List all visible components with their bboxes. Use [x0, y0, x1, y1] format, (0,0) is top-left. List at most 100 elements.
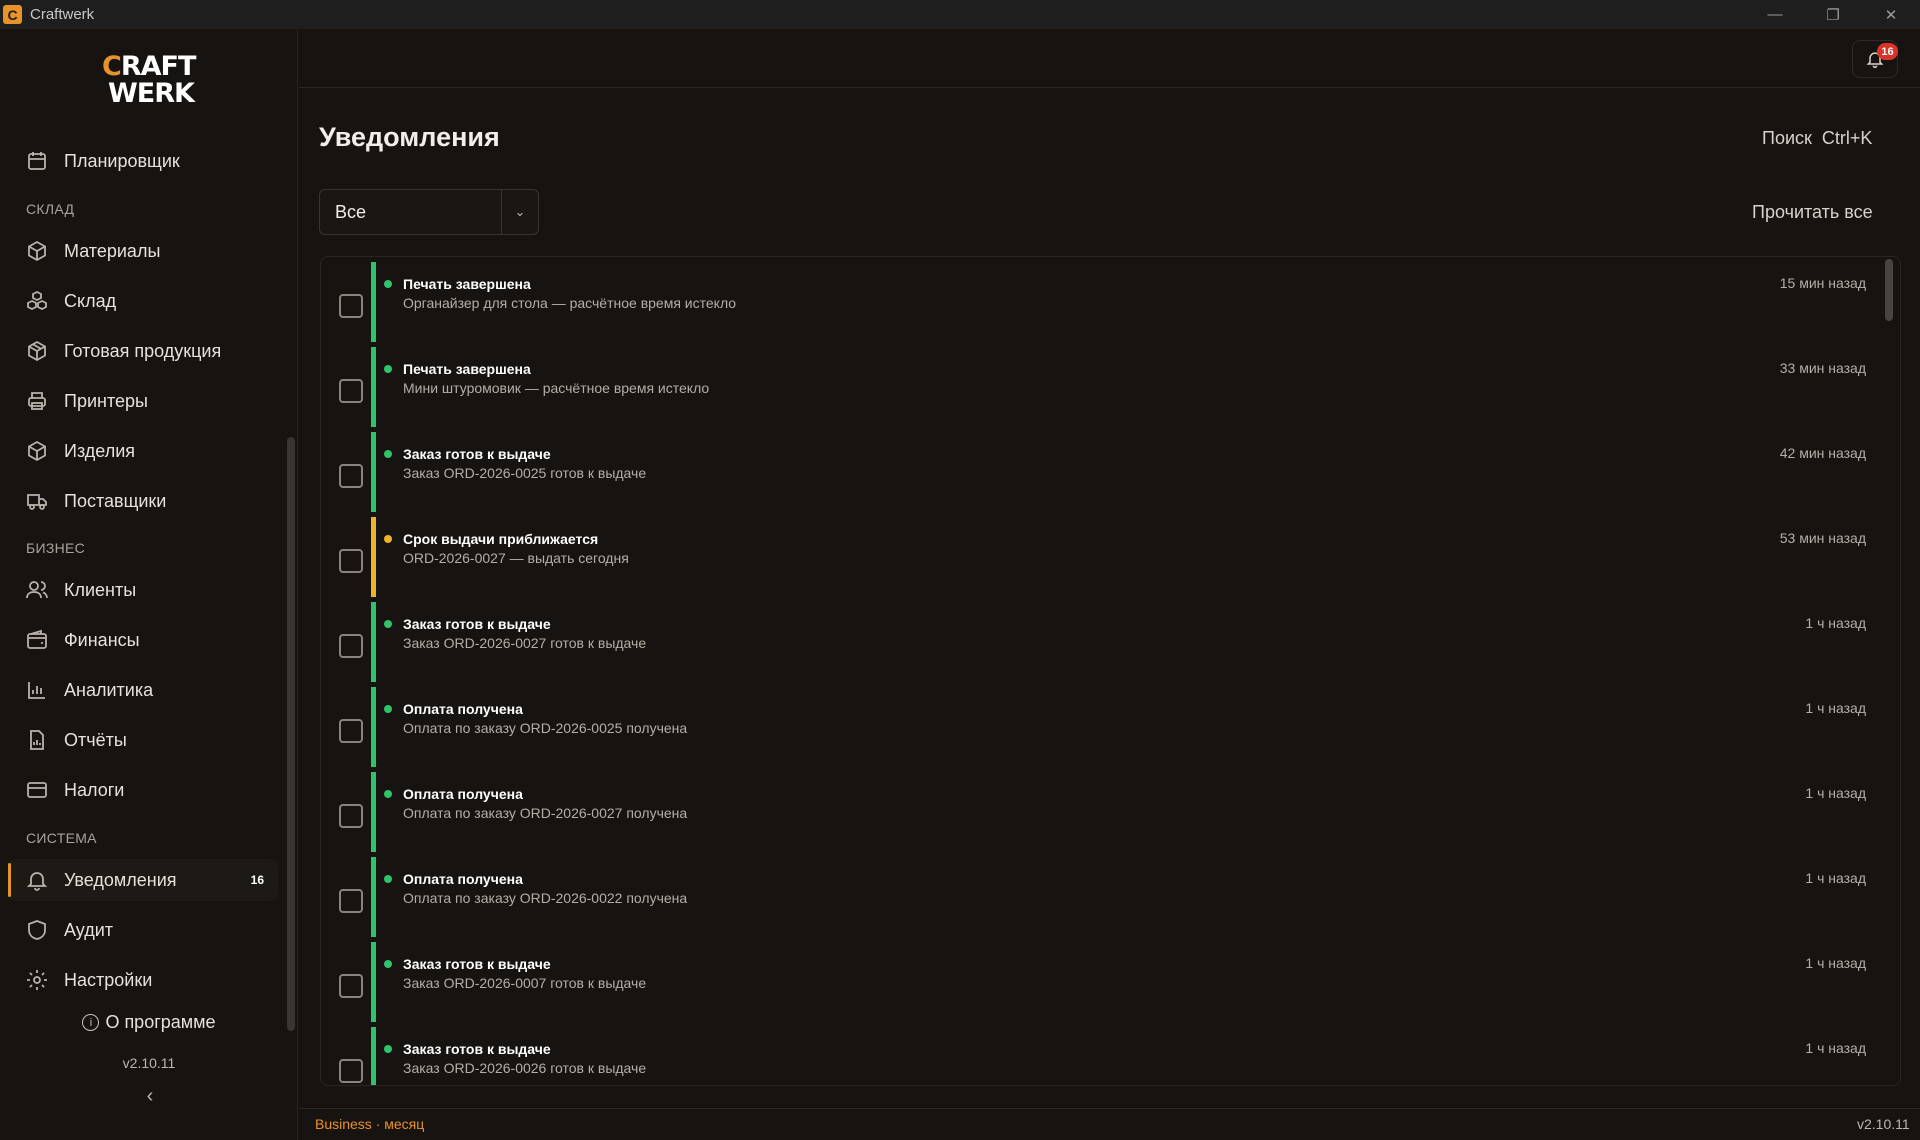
notification-time: 1 ч назад [1805, 700, 1866, 716]
notification-checkbox[interactable] [339, 804, 363, 828]
section-system: СИСТЕМА [26, 830, 97, 846]
unread-dot-icon [384, 790, 392, 798]
notification-time: 1 ч назад [1805, 955, 1866, 971]
sidebar-item-notifications[interactable]: Уведомления 16 [8, 859, 278, 901]
sidebar-item-audit[interactable]: Аудит [8, 909, 278, 951]
page-title: Уведомления [319, 122, 500, 152]
notification-checkbox[interactable] [339, 974, 363, 998]
notification-title: Заказ готов к выдаче [403, 956, 551, 972]
window-titlebar: C Craftwerk — ❐ ✕ [0, 0, 1920, 29]
cube-icon [24, 438, 50, 464]
sidebar-item-analytics[interactable]: Аналитика [8, 669, 278, 711]
top-bar [299, 29, 1920, 88]
unread-dot-icon [384, 705, 392, 713]
notification-time: 1 ч назад [1805, 785, 1866, 801]
notification-time: 42 мин назад [1779, 445, 1866, 461]
sidebar-item-planner[interactable]: Планировщик [8, 140, 278, 182]
gear-icon [24, 967, 50, 993]
notification-time: 1 ч назад [1805, 870, 1866, 886]
sidebar-item-settings[interactable]: Настройки [8, 959, 278, 1001]
notification-message: Заказ ORD-2026-0027 готов к выдаче [403, 635, 647, 651]
minimize-button[interactable]: — [1746, 0, 1804, 29]
sidebar-scrollbar[interactable] [287, 437, 295, 1031]
report-icon [24, 727, 50, 753]
notification-checkbox[interactable] [339, 634, 363, 658]
list-scrollbar[interactable] [1885, 259, 1893, 321]
notification-item[interactable]: Заказ готов к выдаче Заказ ORD-2026-0027 … [321, 602, 1881, 687]
section-business: БИЗНЕС [26, 540, 86, 556]
read-all-button[interactable]: Прочитать все [1752, 202, 1873, 223]
notification-item[interactable]: Оплата получена Оплата по заказу ORD-2026… [321, 687, 1881, 772]
sidebar-item-warehouse[interactable]: Склад [8, 280, 278, 322]
notification-checkbox[interactable] [339, 464, 363, 488]
notification-item[interactable]: Печать завершена Мини штуромовик — расчёт… [321, 347, 1881, 432]
notification-message: ORD-2026-0027 — выдать сегодня [403, 550, 629, 566]
sidebar: CRAFT WERK Планировщик СКЛАД Материалы С… [0, 29, 298, 1140]
sidebar-item-products[interactable]: Изделия [8, 430, 278, 472]
sidebar-item-finance[interactable]: Финансы [8, 619, 278, 661]
notification-time: 1 ч назад [1805, 615, 1866, 631]
notification-item[interactable]: Оплата получена Оплата по заказу ORD-2026… [321, 857, 1881, 942]
status-bar-indicator [371, 432, 376, 512]
notification-title: Печать завершена [403, 361, 531, 377]
sidebar-item-printers[interactable]: Принтеры [8, 380, 278, 422]
status-bar-indicator [371, 942, 376, 1022]
footer-version: v2.10.11 [1857, 1116, 1910, 1132]
search-shortcut-button[interactable]: Поиск Ctrl+K [1762, 128, 1872, 149]
notification-item[interactable]: Печать завершена Органайзер для стола — р… [321, 262, 1881, 347]
notification-message: Заказ ORD-2026-0025 готов к выдаче [403, 465, 647, 481]
restore-button[interactable]: ❐ [1804, 0, 1862, 29]
notifications-list: Печать завершена Органайзер для стола — р… [320, 256, 1901, 1086]
notification-item[interactable]: Заказ готов к выдаче Заказ ORD-2026-0007 … [321, 942, 1881, 1027]
notification-message: Заказ ORD-2026-0026 готов к выдаче [403, 1060, 647, 1076]
subscription-plan[interactable]: Business · месяц [315, 1116, 424, 1132]
bell-count-badge: 16 [1877, 43, 1898, 60]
notification-filter-select[interactable]: Все ⌄ [319, 189, 539, 235]
notification-message: Мини штуромовик — расчётное время истекл… [403, 380, 710, 396]
unread-dot-icon [384, 620, 392, 628]
notification-checkbox[interactable] [339, 294, 363, 318]
box-icon [24, 238, 50, 264]
sidebar-item-suppliers[interactable]: Поставщики [8, 480, 278, 522]
notification-item[interactable]: Оплата получена Оплата по заказу ORD-2026… [321, 772, 1881, 857]
notification-checkbox[interactable] [339, 889, 363, 913]
unread-dot-icon [384, 450, 392, 458]
calendar-icon [24, 148, 50, 174]
chevron-down-icon[interactable]: ⌄ [501, 190, 538, 234]
unread-dot-icon [384, 1045, 392, 1053]
notification-checkbox[interactable] [339, 719, 363, 743]
close-window-button[interactable]: ✕ [1862, 0, 1920, 29]
notification-item[interactable]: Заказ готов к выдаче Заказ ORD-2026-0025 … [321, 432, 1881, 517]
sidebar-item-finished-products[interactable]: Готовая продукция [8, 330, 278, 372]
sidebar-item-taxes[interactable]: Налоги [8, 769, 278, 811]
notification-title: Оплата получена [403, 701, 523, 717]
sidebar-item-clients[interactable]: Клиенты [8, 569, 278, 611]
status-bar-indicator [371, 772, 376, 852]
filter-value: Все [335, 201, 367, 222]
status-bar-indicator [371, 262, 376, 342]
unread-dot-icon [384, 535, 392, 543]
notification-time: 15 мин назад [1779, 275, 1866, 291]
printer-icon [24, 388, 50, 414]
bell-icon [24, 867, 50, 893]
notification-checkbox[interactable] [339, 1059, 363, 1083]
notification-item[interactable]: Срок выдачи приближается ORD-2026-0027 — … [321, 517, 1881, 602]
status-bar-indicator [371, 517, 376, 597]
notification-title: Оплата получена [403, 871, 523, 887]
unread-dot-icon [384, 960, 392, 968]
sidebar-item-reports[interactable]: Отчёты [8, 719, 278, 761]
notification-checkbox[interactable] [339, 549, 363, 573]
notification-time: 53 мин назад [1779, 530, 1866, 546]
craftwerk-logo[interactable]: CRAFT WERK [102, 53, 198, 111]
notification-message: Оплата по заказу ORD-2026-0025 получена [403, 720, 688, 736]
unread-dot-icon [384, 280, 392, 288]
unread-dot-icon [384, 875, 392, 883]
sidebar-item-materials[interactable]: Материалы [8, 230, 278, 272]
notification-item[interactable]: Заказ готов к выдаче Заказ ORD-2026-0026 … [321, 1027, 1881, 1085]
shield-icon [24, 917, 50, 943]
notification-title: Заказ готов к выдаче [403, 616, 551, 632]
about-link[interactable]: i О программе [0, 1012, 298, 1033]
notification-checkbox[interactable] [339, 379, 363, 403]
collapse-sidebar-button[interactable]: ‹ [140, 1085, 160, 1109]
unread-dot-icon [384, 365, 392, 373]
